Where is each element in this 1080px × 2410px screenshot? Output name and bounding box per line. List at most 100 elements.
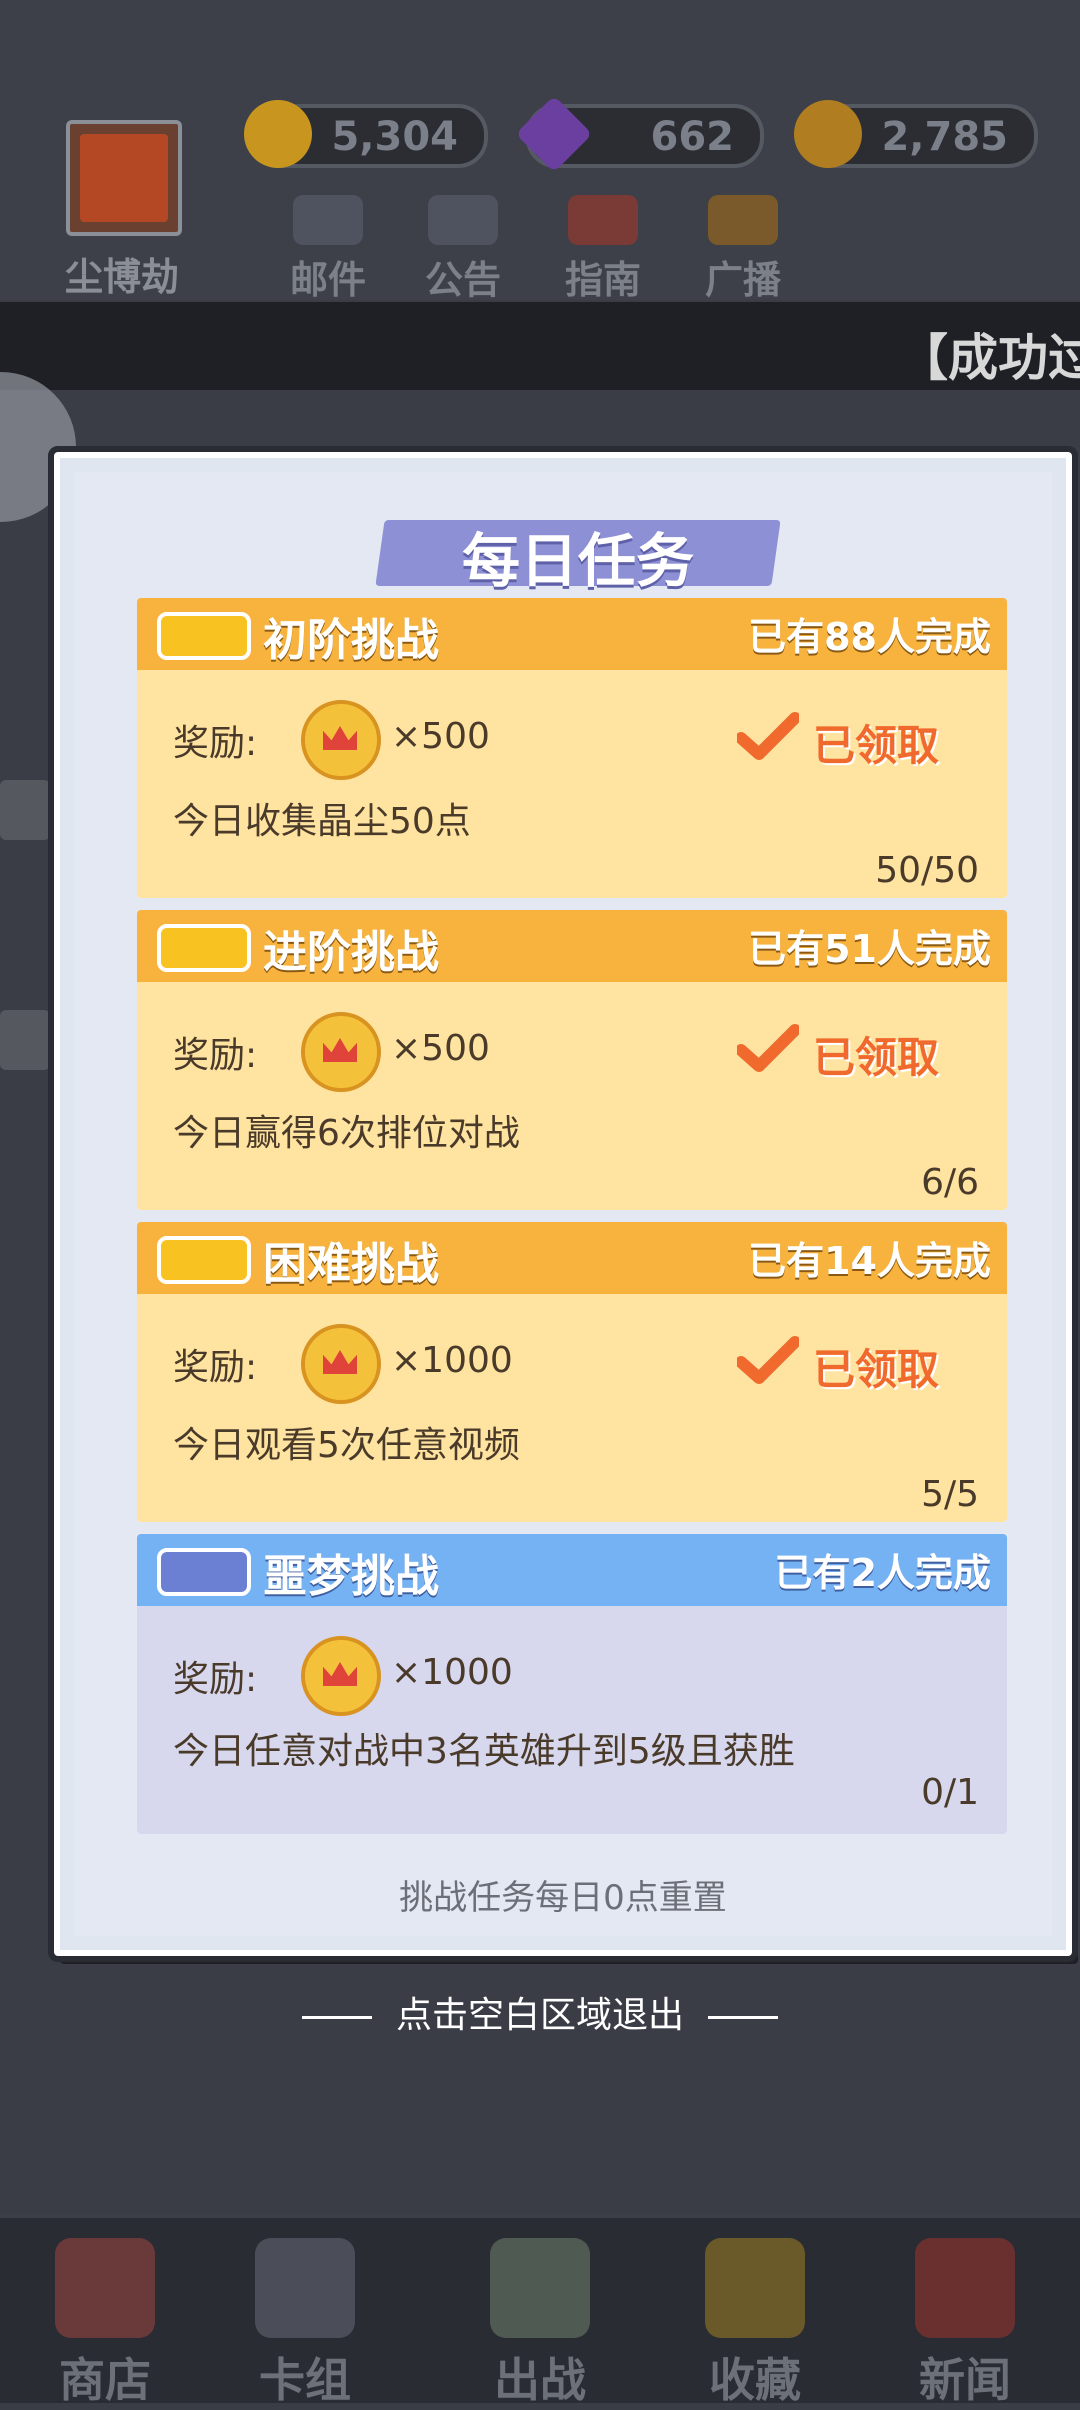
task-name: 初阶挑战: [263, 615, 439, 666]
claimed-status: 已领取: [737, 706, 957, 776]
difficulty-pill-icon: [157, 612, 251, 660]
battle-icon: [490, 2238, 590, 2338]
claimed-status: 已领取: [737, 1330, 957, 1400]
avatar[interactable]: [66, 120, 182, 236]
task-card: 进阶挑战 已有51人完成 奖励: ×500 已领取 今日赢得6次排位对战 6/6: [137, 910, 1007, 1210]
difficulty-pill-icon: [157, 1548, 251, 1596]
task-name: 困难挑战: [263, 1239, 439, 1290]
task-header: 进阶挑战 已有51人完成: [137, 910, 1007, 986]
announcement-icon: [428, 195, 498, 245]
crown-coin-icon: [301, 1012, 381, 1092]
task-card: 困难挑战 已有14人完成 奖励: ×1000 已领取 今日观看5次任意视频 5/…: [137, 1222, 1007, 1522]
nav-deck-label: 卡组: [259, 2353, 351, 2407]
reward-amount: ×1000: [391, 1340, 513, 1381]
claimed-status: 已领取: [737, 1018, 957, 1088]
currency-star: 2,785: [794, 100, 1038, 168]
avatar-image: [80, 134, 168, 222]
daily-tasks-modal: 每日任务 初阶挑战 已有88人完成 奖励: ×500 已领取 今日收集晶尘50点…: [54, 452, 1072, 1956]
nav-news[interactable]: 新闻: [890, 2238, 1040, 2410]
task-header: 噩梦挑战 已有2人完成: [137, 1534, 1007, 1610]
nav-battle-label: 出战: [494, 2353, 586, 2407]
broadcast-label: 广播: [704, 258, 781, 302]
checkmark-icon: [737, 1024, 799, 1072]
crown-coin-icon: [244, 100, 312, 168]
difficulty-pill-icon: [157, 1236, 251, 1284]
nav-collection[interactable]: 收藏: [680, 2238, 830, 2410]
task-card: 噩梦挑战 已有2人完成 奖励: ×1000 今日任意对战中3名英雄升到5级且获胜…: [137, 1534, 1007, 1834]
reward-label: 奖励:: [173, 1347, 258, 1388]
guide-book-icon: [568, 195, 638, 245]
guide-label: 指南: [564, 258, 641, 302]
mail-icon: [293, 195, 363, 245]
nav-shop-label: 商店: [59, 2353, 151, 2407]
deck-icon: [255, 2238, 355, 2338]
task-description: 今日观看5次任意视频: [173, 1425, 520, 1466]
task-name: 进阶挑战: [263, 927, 439, 978]
shop-icon: [55, 2238, 155, 2338]
task-body: 奖励: ×1000 已领取 今日观看5次任意视频 5/5: [137, 1294, 1007, 1522]
claimed-label: 已领取: [813, 1033, 940, 1082]
modal-panel: 每日任务 初阶挑战 已有88人完成 奖励: ×500 已领取 今日收集晶尘50点…: [74, 472, 1052, 1936]
announcement-label: 公告: [424, 258, 501, 302]
ticker-text: 【成功过: [898, 329, 1080, 387]
task-completed-count: 已有14人完成: [748, 1239, 991, 1283]
announcement-button[interactable]: 公告: [418, 195, 508, 304]
reward-label: 奖励:: [173, 1659, 258, 1700]
nav-collection-label: 收藏: [709, 2353, 801, 2407]
divider: [301, 2015, 372, 2019]
checkmark-icon: [737, 712, 799, 760]
reward-amount: ×1000: [391, 1652, 513, 1693]
mail-button[interactable]: 邮件: [283, 195, 373, 304]
task-progress: 50/50: [875, 850, 979, 891]
exit-hint[interactable]: 点击空白区域退出: [0, 1986, 1080, 2038]
broadcast-button[interactable]: 广播: [698, 195, 788, 304]
divider: [708, 2015, 778, 2019]
broadcast-icon: [708, 195, 778, 245]
currency-gold-value: 5,304: [331, 114, 458, 160]
side-icon: [0, 1010, 50, 1070]
task-description: 今日赢得6次排位对战: [173, 1113, 520, 1154]
player-name: 尘博劫: [64, 255, 179, 299]
crown-coin-icon: [301, 1324, 381, 1404]
task-name: 噩梦挑战: [263, 1551, 439, 1602]
collection-icon: [705, 2238, 805, 2338]
task-completed-count: 已有88人完成: [748, 615, 991, 659]
mail-label: 邮件: [289, 258, 366, 302]
task-progress: 5/5: [921, 1474, 979, 1515]
reward-amount: ×500: [391, 716, 490, 757]
guide-button[interactable]: 指南: [558, 195, 648, 304]
task-completed-count: 已有51人完成: [748, 927, 991, 971]
task-completed-count: 已有2人完成: [774, 1551, 991, 1595]
difficulty-pill-icon: [157, 924, 251, 972]
crown-coin-icon: [301, 700, 381, 780]
nav-shop[interactable]: 商店: [30, 2238, 180, 2410]
reward-label: 奖励:: [173, 723, 258, 764]
claimed-label: 已领取: [813, 1345, 940, 1394]
star-coin-icon: [794, 100, 862, 168]
nav-deck[interactable]: 卡组: [230, 2238, 380, 2410]
modal-title: 每日任务: [461, 527, 694, 595]
currency-star-value: 2,785: [881, 114, 1008, 160]
currency-gem-value: 662: [650, 114, 735, 160]
task-header: 困难挑战 已有14人完成: [137, 1222, 1007, 1298]
task-progress: 6/6: [921, 1162, 979, 1203]
currency-gold: 5,304: [244, 100, 488, 168]
news-icon: [915, 2238, 1015, 2338]
side-icon: [0, 780, 50, 840]
claimed-label: 已领取: [813, 721, 940, 770]
news-ticker: 【成功过: [0, 302, 1080, 390]
bottom-nav: 商店 卡组 出战 收藏 新闻: [0, 2215, 1080, 2407]
task-body: 奖励: ×1000 今日任意对战中3名英雄升到5级且获胜 0/1: [137, 1606, 1007, 1834]
task-body: 奖励: ×500 已领取 今日收集晶尘50点 50/50: [137, 670, 1007, 898]
reward-amount: ×500: [391, 1028, 490, 1069]
task-body: 奖励: ×500 已领取 今日赢得6次排位对战 6/6: [137, 982, 1007, 1210]
task-card: 初阶挑战 已有88人完成 奖励: ×500 已领取 今日收集晶尘50点 50/5…: [137, 598, 1007, 898]
checkmark-icon: [737, 1336, 799, 1384]
reset-note: 挑战任务每日0点重置: [399, 1878, 727, 1918]
reward-label: 奖励:: [173, 1035, 258, 1076]
exit-hint-text: 点击空白区域退出: [395, 1995, 684, 2036]
task-description: 今日收集晶尘50点: [173, 801, 471, 842]
task-header: 初阶挑战 已有88人完成: [137, 598, 1007, 674]
crown-coin-icon: [301, 1636, 381, 1716]
nav-battle[interactable]: 出战: [465, 2238, 615, 2410]
